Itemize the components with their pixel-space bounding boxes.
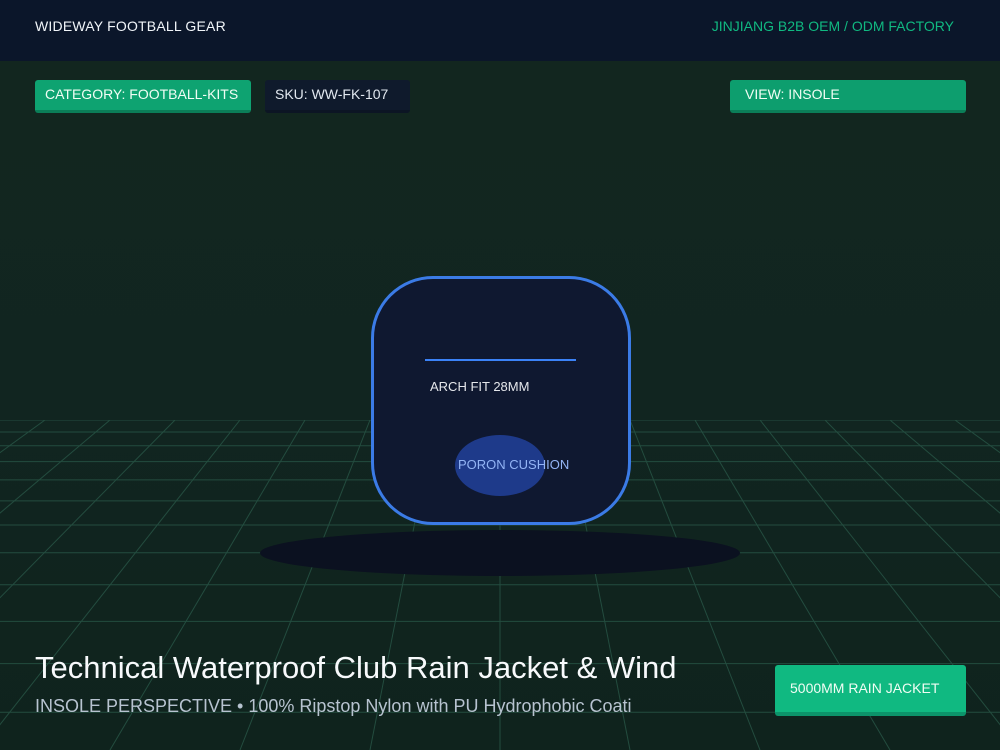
product-title: Technical Waterproof Club Rain Jacket & … — [35, 650, 677, 685]
product-subtitle: INSOLE PERSPECTIVE • 100% Ripstop Nylon … — [35, 696, 632, 716]
cushion-label: PORON CUSHION — [458, 457, 570, 472]
category-tag[interactable]: CATEGORY: FOOTBALL-KITS — [35, 80, 251, 113]
view-selector[interactable]: VIEW: INSOLE — [730, 80, 966, 113]
arch-fit-indicator-line — [425, 359, 576, 361]
product-shadow — [260, 530, 740, 576]
factory-tagline: JINJIANG B2B OEM / ODM FACTORY — [711, 18, 954, 34]
sku-tag: SKU: WW-FK-107 — [265, 80, 410, 113]
top-bar: WIDEWAY FOOTBALL GEAR JINJIANG B2B OEM /… — [0, 0, 1000, 61]
brand-name[interactable]: WIDEWAY FOOTBALL GEAR — [35, 18, 226, 34]
rain-jacket-cta-button[interactable]: 5000MM RAIN JACKET — [775, 665, 966, 716]
arch-fit-label: ARCH FIT 28MM — [430, 379, 530, 394]
